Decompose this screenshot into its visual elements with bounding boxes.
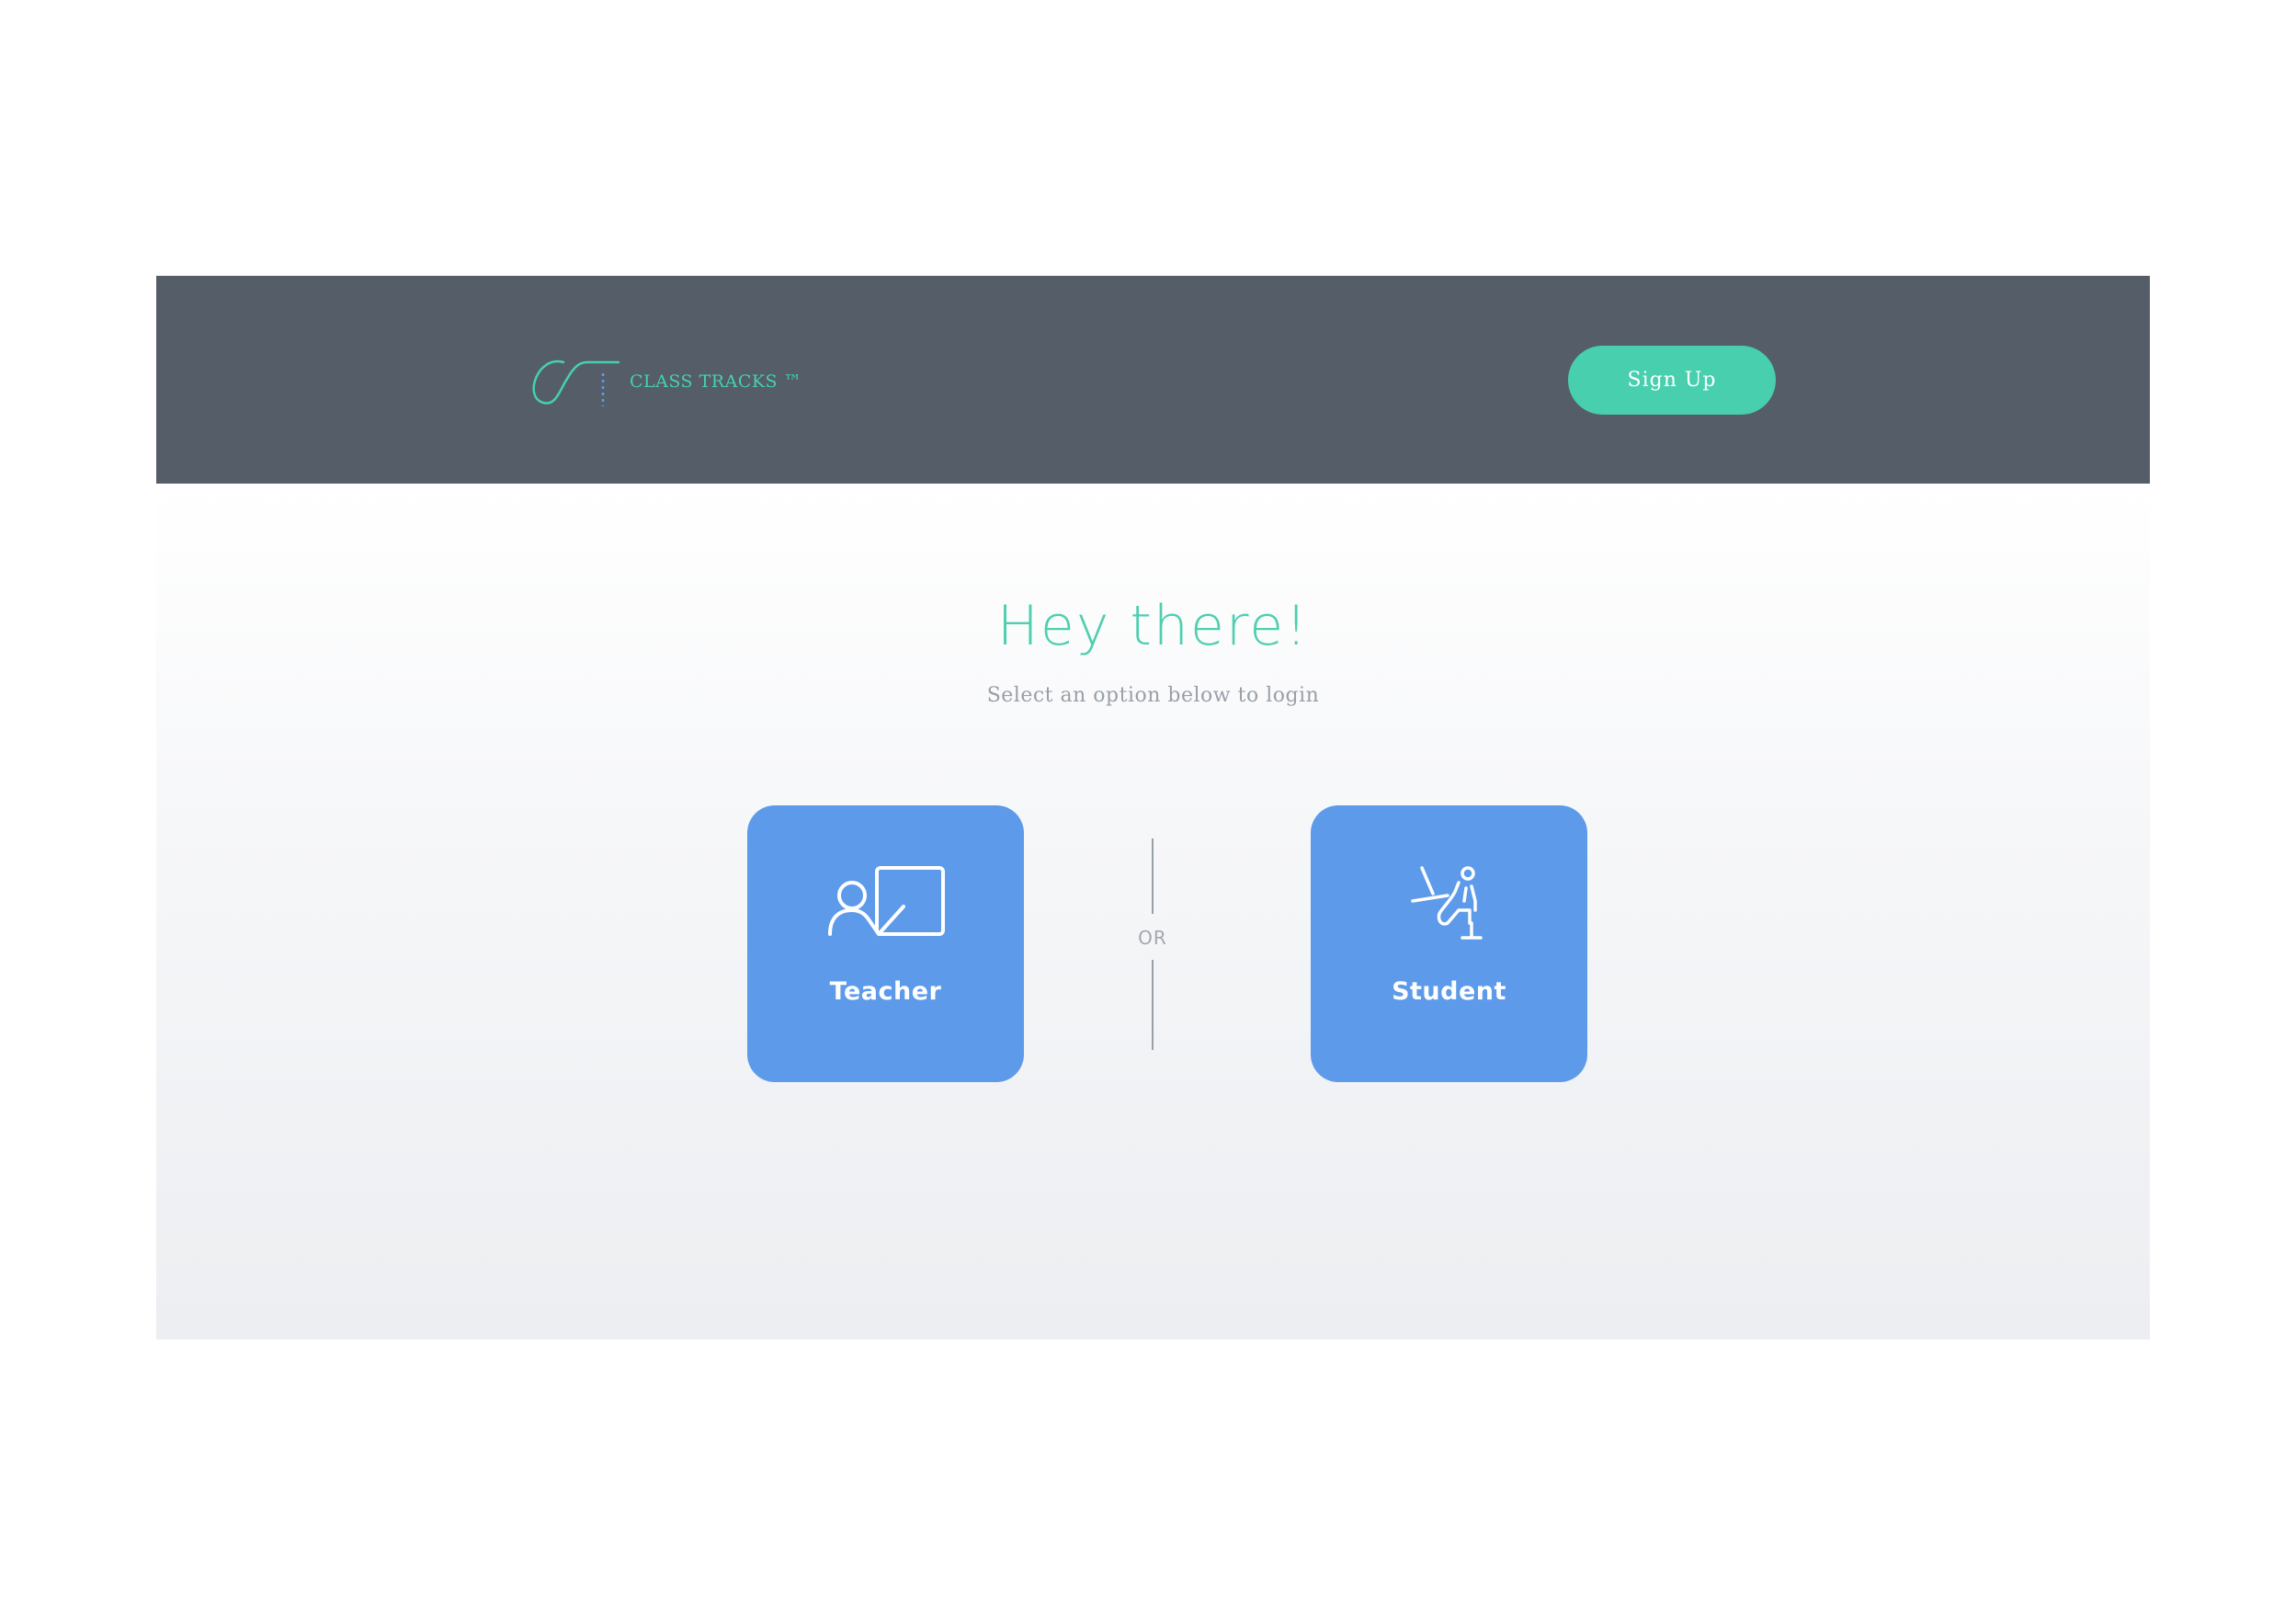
logo-text: CLASS TRACKS ™ bbox=[630, 371, 802, 392]
login-panel: Hey there! Select an option below to log… bbox=[156, 484, 2150, 1340]
divider-line-top bbox=[1152, 838, 1154, 914]
ct-logo-icon bbox=[532, 359, 620, 406]
or-divider: OR bbox=[1138, 927, 1167, 949]
divider-line-bottom bbox=[1152, 960, 1154, 1050]
student-label: Student bbox=[1392, 977, 1506, 1006]
logo[interactable]: CLASS TRACKS ™ bbox=[529, 353, 801, 408]
top-header: CLASS TRACKS ™ Sign Up bbox=[156, 276, 2150, 484]
page-subtitle: Select an option below to login bbox=[986, 684, 1320, 707]
page-title: Hey there! bbox=[996, 594, 1310, 658]
teacher-login-card[interactable]: Teacher bbox=[747, 805, 1024, 1082]
teacher-label: Teacher bbox=[829, 977, 942, 1006]
sign-up-button[interactable]: Sign Up bbox=[1568, 346, 1776, 415]
student-desk-icon bbox=[1410, 866, 1483, 940]
app-frame: CLASS TRACKS ™ Sign Up Hey there! Select… bbox=[156, 276, 2150, 1340]
student-login-card[interactable]: Student bbox=[1311, 805, 1587, 1082]
teacher-chalkboard-icon bbox=[827, 866, 945, 936]
